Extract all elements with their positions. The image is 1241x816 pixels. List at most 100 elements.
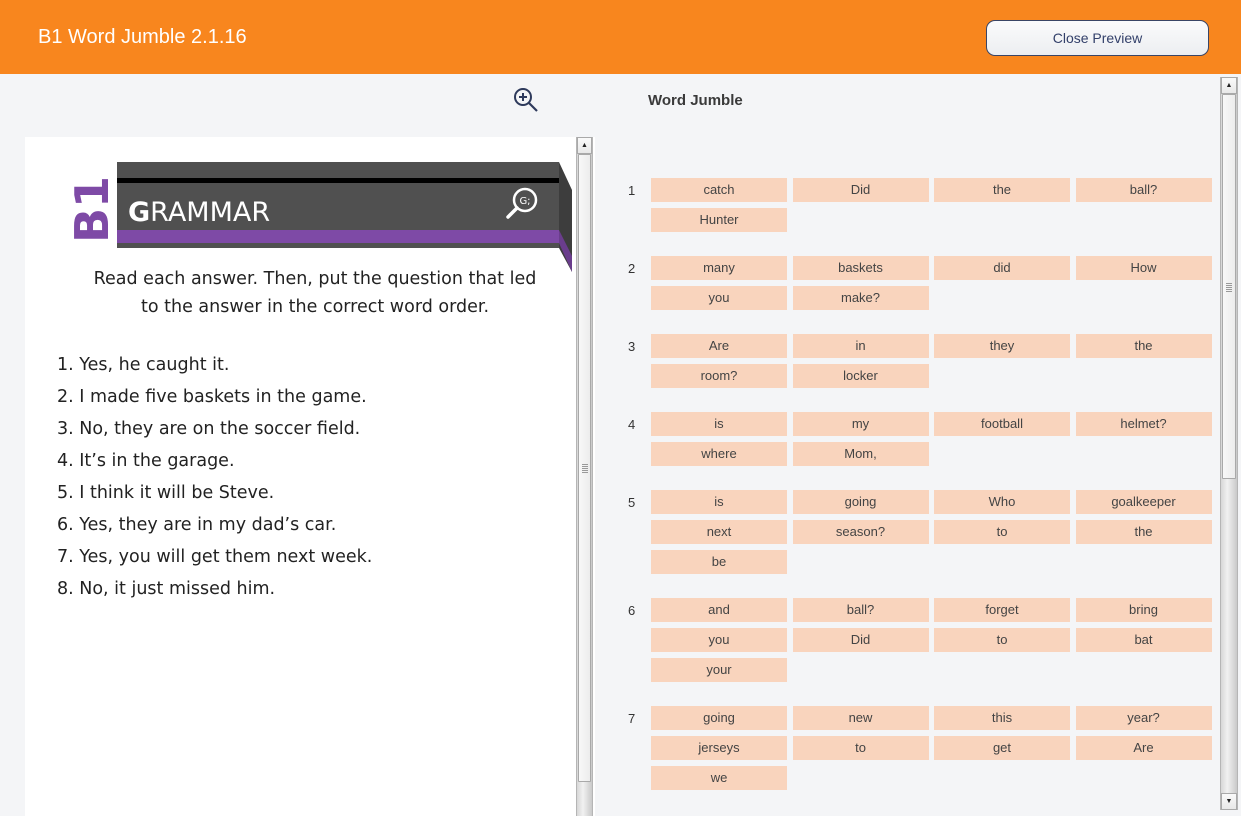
word-tile[interactable]: is xyxy=(651,412,787,436)
document-scroll-thumb[interactable] xyxy=(578,154,591,782)
word-tile[interactable]: this xyxy=(934,706,1070,730)
word-tile[interactable]: going xyxy=(792,490,929,514)
word-tile[interactable]: goalkeeper xyxy=(1075,490,1212,514)
word-tile[interactable]: catch xyxy=(651,178,787,202)
grip-icon xyxy=(1226,282,1232,292)
word-tile[interactable]: How xyxy=(1075,256,1212,280)
svg-text:GRAMMAR: GRAMMAR xyxy=(128,197,270,228)
scroll-down-arrow[interactable]: ▼ xyxy=(1221,793,1237,810)
word-tile[interactable]: Are xyxy=(651,334,787,358)
word-tile[interactable]: you xyxy=(651,628,787,652)
word-tile[interactable]: many xyxy=(651,256,787,280)
logo-title-rest: RAMMAR xyxy=(150,197,270,228)
word-tile[interactable]: to xyxy=(792,736,929,760)
word-tile[interactable]: your xyxy=(651,658,787,682)
word-tile[interactable]: helmet? xyxy=(1075,412,1212,436)
word-tile[interactable]: jerseys xyxy=(651,736,787,760)
word-tile[interactable]: ball? xyxy=(792,598,929,622)
word-tile[interactable]: bring xyxy=(1075,598,1212,622)
word-tile[interactable]: baskets xyxy=(792,256,929,280)
close-preview-button[interactable]: Close Preview xyxy=(986,20,1209,56)
jumble-item: 4 is my football helmet? where Mom, xyxy=(620,412,1215,466)
word-tile[interactable]: football xyxy=(934,412,1070,436)
jumble-item: 3 Are in they the room? locker xyxy=(620,334,1215,388)
scroll-up-arrow[interactable]: ▲ xyxy=(577,137,592,154)
answer-item: 2. I made five baskets in the game. xyxy=(57,387,367,407)
word-tile[interactable]: next xyxy=(651,520,787,544)
word-tile[interactable]: is xyxy=(651,490,787,514)
answer-item: 7. Yes, you will get them next week. xyxy=(57,547,373,567)
level-label: B1 xyxy=(65,176,119,243)
grammar-logo: B1 GRAMMAR G; xyxy=(53,160,573,272)
word-tile[interactable]: the xyxy=(1075,334,1212,358)
word-tile[interactable]: Did xyxy=(792,178,929,202)
word-tile[interactable]: get xyxy=(934,736,1070,760)
word-tile[interactable]: we xyxy=(651,766,787,790)
word-tile[interactable]: the xyxy=(934,178,1070,202)
instructions-text: Read each answer. Then, put the question… xyxy=(93,269,537,317)
word-tile[interactable]: be xyxy=(651,550,787,574)
jumble-item: 1 catch Did the ball? Hunter xyxy=(620,178,1215,232)
jumble-item-number: 7 xyxy=(628,711,636,726)
answer-item: 1. Yes, he caught it. xyxy=(57,355,230,375)
word-tile[interactable]: Hunter xyxy=(651,208,787,232)
word-tiles: many baskets did How you make? xyxy=(651,256,1215,310)
logo-title-initial: G xyxy=(128,197,150,228)
document-pane: B1 GRAMMAR G; Read each answer. Then, pu… xyxy=(25,137,595,816)
word-tile[interactable]: where xyxy=(651,442,787,466)
word-tiles: going new this year? jerseys to get Are we xyxy=(651,706,1215,790)
word-tile[interactable]: the xyxy=(1075,520,1212,544)
word-tile[interactable]: they xyxy=(934,334,1070,358)
word-tile[interactable]: Mom, xyxy=(792,442,929,466)
word-jumble-scrollbar[interactable]: ▲ ▼ xyxy=(1220,77,1238,810)
word-tiles: and ball? forget bring you Did to bat your xyxy=(651,598,1215,682)
word-tile[interactable]: forget xyxy=(934,598,1070,622)
zoom-in-icon[interactable] xyxy=(512,86,540,114)
jumble-item-number: 3 xyxy=(628,339,636,354)
jumble-item: 2 many baskets did How you make? xyxy=(620,256,1215,310)
word-jumble-title: Word Jumble xyxy=(648,92,743,109)
answer-item: 6. Yes, they are in my dad’s car. xyxy=(57,515,337,535)
word-tile[interactable]: my xyxy=(792,412,929,436)
document-scrollbar[interactable]: ▲ xyxy=(576,137,593,816)
jumble-item-number: 1 xyxy=(628,183,636,198)
word-tile[interactable]: Who xyxy=(934,490,1070,514)
word-tiles: catch Did the ball? Hunter xyxy=(651,178,1215,232)
answer-item: 8. No, it just missed him. xyxy=(57,579,276,599)
word-tile[interactable]: room? xyxy=(651,364,787,388)
word-tile[interactable]: in xyxy=(792,334,929,358)
word-tile[interactable]: going xyxy=(651,706,787,730)
answer-item: 3. No, they are on the soccer field. xyxy=(57,419,361,439)
word-tile[interactable]: did xyxy=(934,256,1070,280)
word-tile[interactable]: year? xyxy=(1075,706,1212,730)
word-tile[interactable]: make? xyxy=(792,286,929,310)
word-tiles: is going Who goalkeeper next season? to the be xyxy=(651,490,1215,574)
word-tile[interactable]: season? xyxy=(792,520,929,544)
jumble-item-number: 4 xyxy=(628,417,636,432)
word-tile[interactable]: to xyxy=(934,628,1070,652)
app-header: B1 Word Jumble 2.1.16 Close Preview xyxy=(0,0,1241,74)
word-tile[interactable]: ball? xyxy=(1075,178,1212,202)
scroll-up-arrow[interactable]: ▲ xyxy=(1221,77,1237,94)
jumble-item-number: 6 xyxy=(628,603,636,618)
word-tile[interactable]: new xyxy=(792,706,929,730)
word-tile[interactable]: you xyxy=(651,286,787,310)
word-tiles: Are in they the room? locker xyxy=(651,334,1215,388)
svg-text:G;: G; xyxy=(519,196,530,207)
jumble-item: 5 is going Who goalkeeper next season? to the be xyxy=(620,490,1215,574)
word-tile[interactable]: bat xyxy=(1075,628,1212,652)
word-tile[interactable]: Did xyxy=(792,628,929,652)
word-tile[interactable]: locker xyxy=(792,364,929,388)
word-tile[interactable]: to xyxy=(934,520,1070,544)
grip-icon xyxy=(581,464,588,473)
answer-item: 4. It’s in the garage. xyxy=(57,451,235,471)
jumble-item-number: 5 xyxy=(628,495,636,510)
app-title: B1 Word Jumble 2.1.16 xyxy=(38,26,247,48)
word-jumble-scroll-thumb[interactable] xyxy=(1222,94,1236,479)
jumble-item-number: 2 xyxy=(628,261,636,276)
word-tiles: is my football helmet? where Mom, xyxy=(651,412,1215,466)
word-tile[interactable]: and xyxy=(651,598,787,622)
word-tile[interactable]: Are xyxy=(1075,736,1212,760)
b1-level-mark: B1 xyxy=(65,176,119,243)
jumble-item: 7 going new this year? jerseys to get Are we xyxy=(620,706,1215,790)
